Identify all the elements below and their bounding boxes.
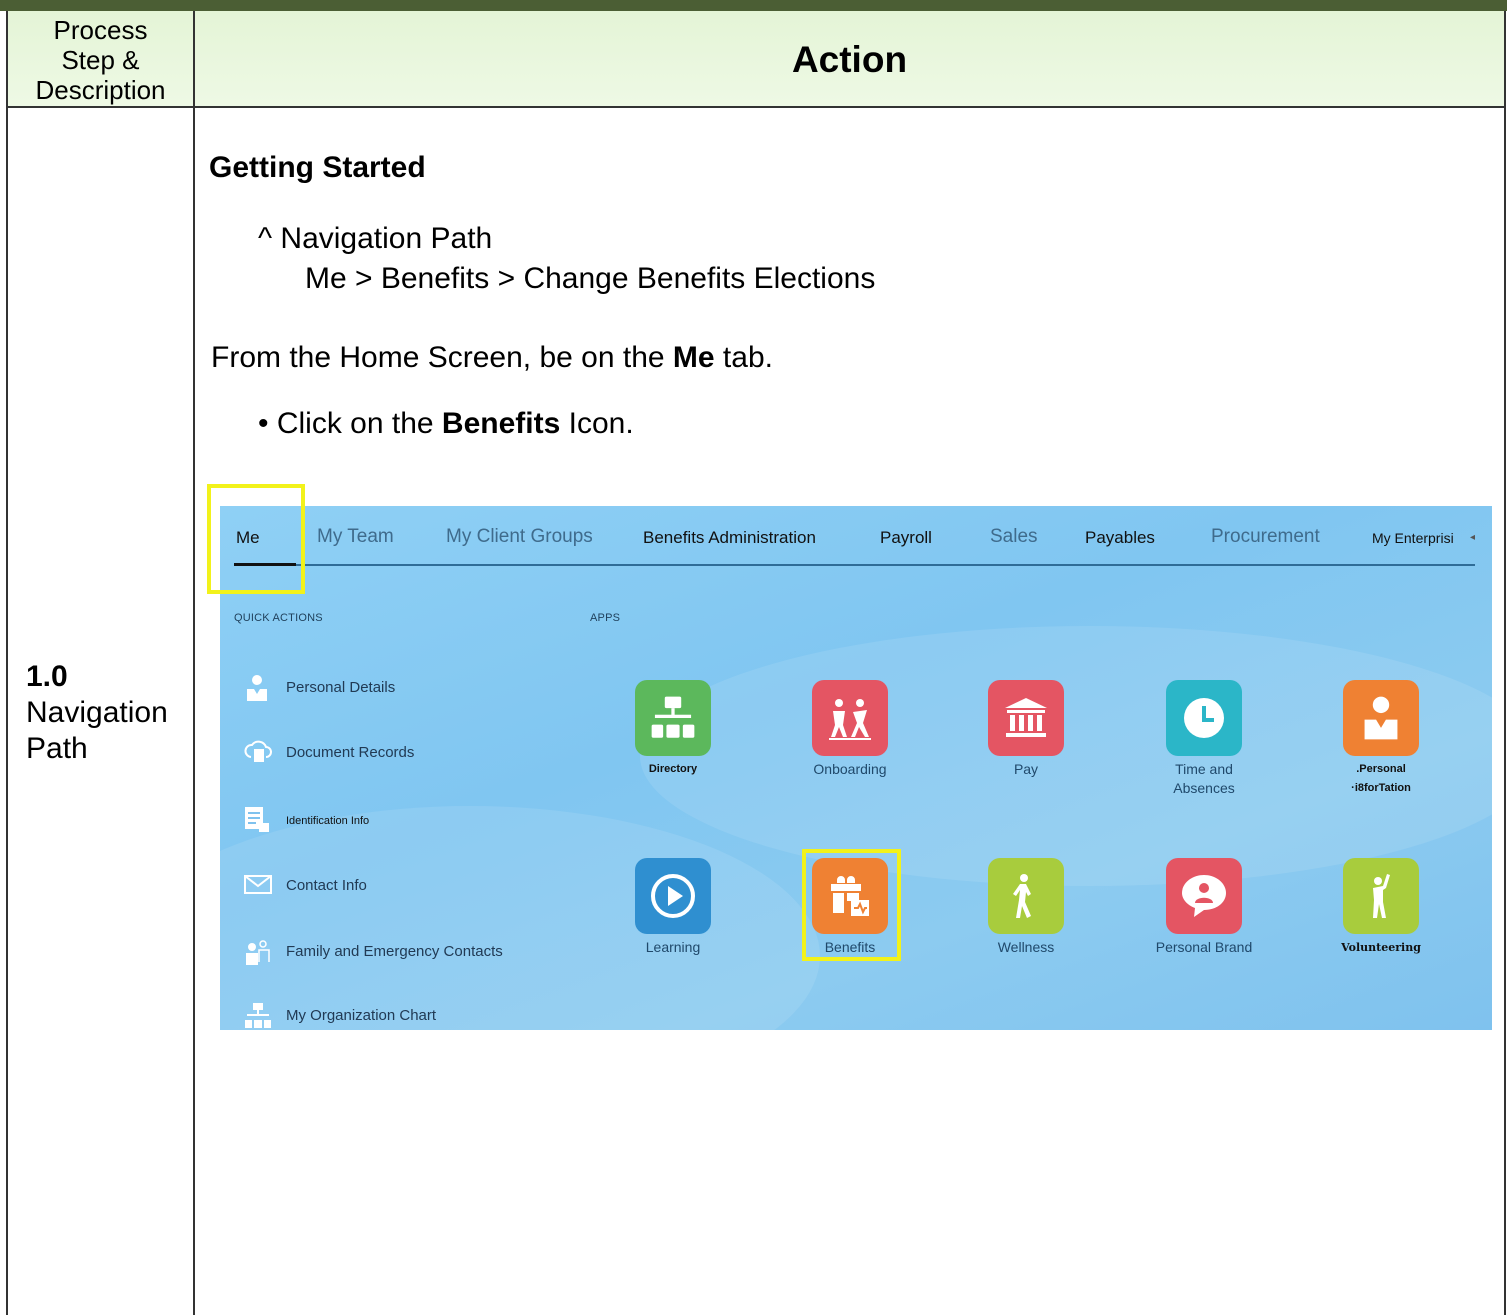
app-label: Directory bbox=[648, 763, 698, 775]
app-time-absences[interactable]: Time and Absences bbox=[1134, 680, 1274, 798]
app-label: Personal Brand bbox=[1155, 939, 1253, 955]
family-icon bbox=[244, 938, 270, 966]
apps-label: APPS bbox=[590, 612, 621, 624]
instruction-text: From the Home Screen, be on the Me tab. bbox=[211, 341, 773, 375]
quick-action-label: Contact Info bbox=[286, 877, 367, 894]
step-cell: 1.0 Navigation Path bbox=[26, 659, 186, 767]
onboarding-icon bbox=[812, 680, 888, 756]
header-process-step: Process Step & Description bbox=[35, 15, 166, 105]
play-icon bbox=[635, 858, 711, 934]
tabs-scroll-icon[interactable]: ◂ bbox=[1470, 532, 1475, 543]
app-onboarding[interactable]: Onboarding bbox=[780, 680, 920, 779]
app-learning[interactable]: Learning bbox=[603, 858, 743, 957]
tab-my-team[interactable]: My Team bbox=[317, 526, 394, 548]
highlight-benefits-app bbox=[802, 849, 901, 961]
app-label: .Personal ·i8forTation bbox=[1351, 763, 1411, 794]
volunteer-icon bbox=[1343, 858, 1419, 934]
bank-icon bbox=[988, 680, 1064, 756]
envelope-icon bbox=[244, 872, 272, 900]
cloud-document-icon bbox=[244, 739, 272, 767]
app-wellness[interactable]: Wellness bbox=[956, 858, 1096, 957]
tab-payroll[interactable]: Payroll bbox=[880, 528, 932, 548]
id-card-icon bbox=[244, 806, 270, 834]
person-icon bbox=[244, 674, 270, 702]
quick-actions-label: QUICK ACTIONS bbox=[234, 612, 323, 624]
person-icon bbox=[1343, 680, 1419, 756]
org-chart-icon bbox=[635, 680, 711, 756]
instruction-post: tab. bbox=[714, 341, 773, 374]
tab-payables[interactable]: Payables bbox=[1085, 528, 1155, 548]
clock-icon bbox=[1166, 680, 1242, 756]
app-label: Onboarding bbox=[813, 761, 887, 777]
column-divider bbox=[193, 11, 195, 1315]
tab-bar-line bbox=[234, 564, 1475, 566]
tab-my-client-groups[interactable]: My Client Groups bbox=[446, 526, 593, 548]
app-volunteering[interactable]: Volunteering bbox=[1311, 858, 1451, 957]
top-bar bbox=[0, 0, 1507, 11]
header-action: Action bbox=[791, 39, 908, 80]
quick-action-label: Identification Info bbox=[286, 815, 370, 827]
app-label: Time and Absences bbox=[1173, 761, 1235, 796]
bullet-bold: Benefits bbox=[441, 407, 561, 440]
quick-action-label: Document Records bbox=[286, 744, 415, 761]
table-header-row: Process Step & Description Action bbox=[8, 11, 1504, 108]
tab-my-enterprise[interactable]: My Enterprisi bbox=[1372, 530, 1454, 546]
app-label: Pay bbox=[1013, 761, 1039, 777]
tab-procurement[interactable]: Procurement bbox=[1211, 526, 1320, 548]
quick-action-label: Family and Emergency Contacts bbox=[286, 943, 503, 960]
quick-action-label: My Organization Chart bbox=[286, 1007, 437, 1024]
quick-action-label: Personal Details bbox=[286, 679, 396, 696]
instruction-pre: From the Home Screen, be on the bbox=[211, 341, 673, 374]
chat-person-icon bbox=[1166, 858, 1242, 934]
section-heading: Getting Started bbox=[209, 151, 426, 184]
app-personal-information[interactable]: .Personal ·i8forTation bbox=[1311, 680, 1451, 798]
org-chart-icon bbox=[244, 1002, 271, 1030]
nav-path: Me > Benefits > Change Benefits Election… bbox=[305, 262, 876, 295]
app-label: Volunteering bbox=[1341, 941, 1421, 954]
bullet-post: Icon. bbox=[560, 407, 634, 440]
tab-sales[interactable]: Sales bbox=[990, 526, 1038, 548]
app-label: Learning bbox=[645, 939, 701, 955]
bullet-pre: • Click on the bbox=[258, 407, 442, 440]
instruction-bold: Me bbox=[672, 341, 715, 374]
tab-benefits-administration[interactable]: Benefits Administration bbox=[643, 528, 816, 548]
step-title: Navigation Path bbox=[26, 696, 168, 765]
wellness-icon bbox=[988, 858, 1064, 934]
step-number: 1.0 bbox=[26, 660, 68, 693]
app-personal-brand[interactable]: Personal Brand bbox=[1134, 858, 1274, 957]
app-label: Wellness bbox=[997, 939, 1055, 955]
bullet-text: • Click on the Benefits Icon. bbox=[258, 407, 634, 441]
app-pay[interactable]: Pay bbox=[956, 680, 1096, 779]
nav-path-label: ^ Navigation Path bbox=[258, 222, 493, 255]
app-directory[interactable]: Directory bbox=[603, 680, 743, 779]
highlight-me-tab bbox=[207, 484, 305, 594]
